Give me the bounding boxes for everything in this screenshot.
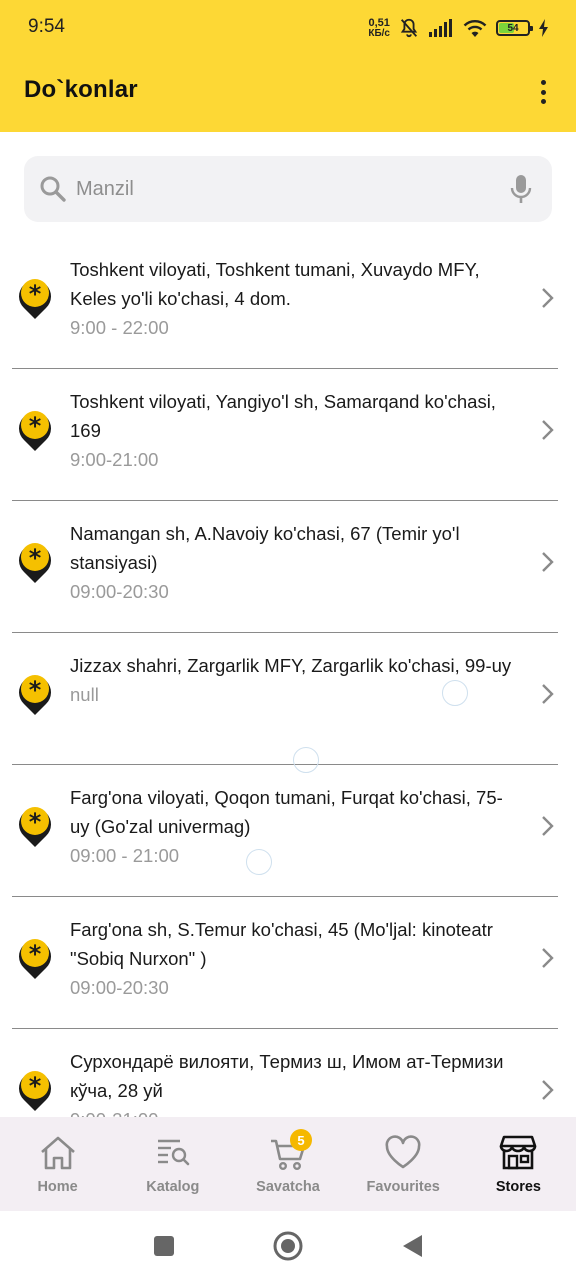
microphone-icon[interactable] xyxy=(508,173,534,205)
wifi-icon xyxy=(463,20,487,37)
touch-ripple xyxy=(442,680,468,706)
status-bar: 9:54 0,51 КБ/с 54 xyxy=(0,0,576,56)
nav-item-home[interactable]: Home xyxy=(0,1117,115,1211)
svg-text:*: * xyxy=(29,1072,42,1100)
cart-badge: 5 xyxy=(290,1129,312,1151)
recents-button[interactable] xyxy=(148,1230,180,1262)
nav-item-favourites[interactable]: Favourites xyxy=(346,1117,461,1211)
nav-item-stores[interactable]: Stores xyxy=(461,1117,576,1211)
chevron-right-icon xyxy=(542,552,554,572)
svg-text:*: * xyxy=(29,808,42,836)
battery-level: 54 xyxy=(507,22,519,34)
network-speed-value: 0,51 xyxy=(368,16,390,29)
nav-label: Home xyxy=(37,1179,78,1195)
svg-text:*: * xyxy=(29,940,42,968)
store-hours: 9:00-21:00 xyxy=(70,1105,520,1117)
store-hours: 9:00-21:00 xyxy=(70,449,159,470)
store-hours: 09:00-20:30 xyxy=(70,977,169,998)
store-item[interactable]: * Jizzax shahri, Zargarlik MFY, Zargarli… xyxy=(12,633,558,765)
status-icons: 0,51 КБ/с 54 xyxy=(368,14,550,42)
store-pin-icon: * xyxy=(19,543,51,583)
heart-icon xyxy=(385,1135,421,1169)
store-icon xyxy=(500,1135,537,1170)
charging-icon xyxy=(539,19,548,37)
triangle-back-icon xyxy=(403,1234,422,1257)
store-item[interactable]: * Toshkent viloyati, Toshkent tumani, Xu… xyxy=(12,237,558,369)
store-pin-icon: * xyxy=(19,411,51,451)
svg-text:*: * xyxy=(29,544,42,572)
svg-text:*: * xyxy=(29,412,42,440)
search-input[interactable] xyxy=(76,169,508,209)
home-system-button[interactable] xyxy=(272,1230,304,1262)
store-hours: 09:00 - 21:00 xyxy=(70,845,180,866)
svg-text:*: * xyxy=(29,676,42,704)
store-item[interactable]: * Farg'ona viloyati, Qoqon tumani, Furqa… xyxy=(12,765,558,897)
bottom-navigation: Home Katalog 5 Savatcha Favourites Store… xyxy=(0,1117,576,1211)
more-vert-icon[interactable] xyxy=(534,78,552,106)
store-item[interactable]: * Toshkent viloyati, Yangiyo'l sh, Samar… xyxy=(12,369,558,501)
catalog-search-icon xyxy=(157,1139,190,1166)
nav-item-savatcha[interactable]: 5 Savatcha xyxy=(230,1117,345,1211)
store-item[interactable]: * Namangan sh, A.Navoiy ko'chasi, 67 (Te… xyxy=(12,501,558,633)
network-speed: 0,51 КБ/с xyxy=(368,16,390,39)
store-pin-icon: * xyxy=(19,279,51,319)
store-pin-icon: * xyxy=(19,807,51,847)
store-pin-icon: * xyxy=(19,939,51,979)
store-address: Сурхондарё вилояти, Термиз ш, Имом ат-Те… xyxy=(70,1051,504,1101)
nav-label: Favourites xyxy=(366,1179,440,1195)
chevron-right-icon xyxy=(542,816,554,836)
page-title: Do`konlar xyxy=(24,76,138,103)
svg-text:*: * xyxy=(29,280,42,308)
store-pin-icon: * xyxy=(19,675,51,715)
square-icon xyxy=(154,1235,174,1256)
store-address: Farg'ona sh, S.Temur ko'chasi, 45 (Mo'lj… xyxy=(70,919,493,969)
app-header: 9:54 0,51 КБ/с 54 Do`konlar xyxy=(0,0,576,132)
status-time: 9:54 xyxy=(28,16,65,37)
battery-icon: 54 xyxy=(496,20,533,36)
nav-label: Katalog xyxy=(146,1179,200,1195)
circle-icon xyxy=(273,1231,303,1260)
store-address: Toshkent viloyati, Toshkent tumani, Xuva… xyxy=(70,259,480,309)
nav-label: Savatcha xyxy=(256,1179,320,1195)
search-icon[interactable] xyxy=(38,174,68,204)
store-address: Namangan sh, A.Navoiy ko'chasi, 67 (Temi… xyxy=(70,523,460,573)
chevron-right-icon xyxy=(542,684,554,704)
nav-item-katalog[interactable]: Katalog xyxy=(115,1117,230,1211)
store-pin-icon: * xyxy=(19,1071,51,1111)
back-button[interactable] xyxy=(396,1230,428,1262)
search-bar xyxy=(24,156,552,222)
home-icon xyxy=(40,1136,75,1170)
store-address: Jizzax shahri, Zargarlik MFY, Zargarlik … xyxy=(70,655,512,676)
system-navigation-bar xyxy=(0,1211,576,1280)
store-list: * Toshkent viloyati, Toshkent tumani, Xu… xyxy=(0,237,576,1117)
touch-ripple xyxy=(246,849,272,875)
store-address: Farg'ona viloyati, Qoqon tumani, Furqat … xyxy=(70,787,503,837)
store-hours: 09:00-20:30 xyxy=(70,581,169,602)
chevron-right-icon xyxy=(542,948,554,968)
store-hours: 9:00 - 22:00 xyxy=(70,317,169,338)
chevron-right-icon xyxy=(542,1080,554,1100)
chevron-right-icon xyxy=(542,288,554,308)
signal-icon xyxy=(429,19,452,37)
store-item[interactable]: * Farg'ona sh, S.Temur ko'chasi, 45 (Mo'… xyxy=(12,897,558,1029)
touch-ripple xyxy=(293,747,319,773)
store-item[interactable]: * Сурхондарё вилояти, Термиз ш, Имом ат-… xyxy=(12,1029,558,1117)
bell-off-icon xyxy=(400,18,418,38)
chevron-right-icon xyxy=(542,420,554,440)
store-address: Toshkent viloyati, Yangiyo'l sh, Samarqa… xyxy=(70,391,496,441)
nav-label: Stores xyxy=(495,1179,541,1195)
network-speed-unit: КБ/с xyxy=(368,27,390,39)
